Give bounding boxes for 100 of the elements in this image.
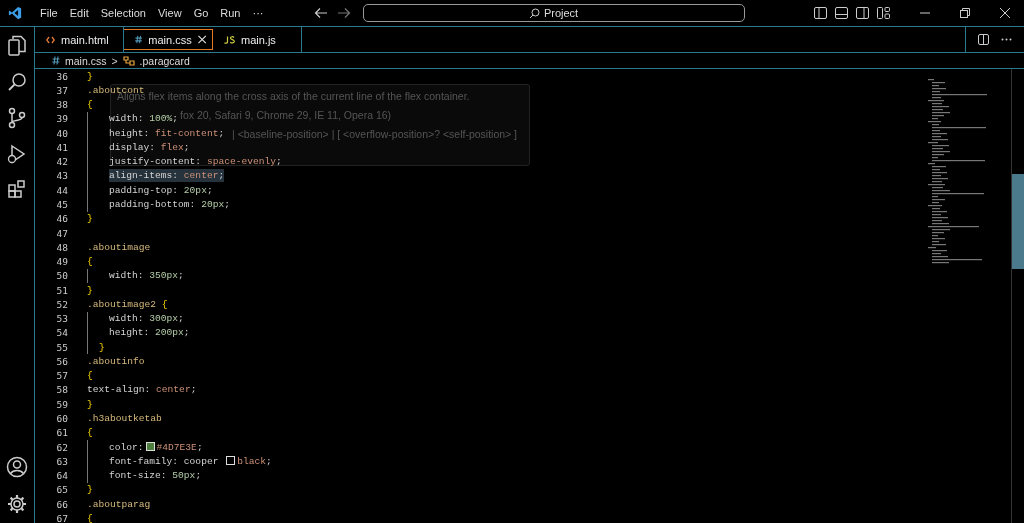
search-icon — [528, 7, 540, 19]
line-number: 36 — [55, 70, 68, 82]
line-number: 57 — [55, 370, 68, 382]
secondary-sidebar-icon[interactable] — [856, 7, 869, 19]
line-number: 46 — [55, 213, 68, 225]
menu-item[interactable]: View — [151, 7, 188, 19]
code-line: } — [87, 212, 93, 226]
breadcrumb-separator: > — [111, 54, 118, 67]
js-file-icon — [224, 35, 235, 44]
line-number: 60 — [55, 413, 68, 424]
code-line: { — [87, 255, 93, 269]
app-logo-icon — [8, 6, 22, 20]
code-line: .aboutparag — [87, 497, 151, 511]
menu-item[interactable]: Run — [214, 7, 247, 19]
breadcrumb-item[interactable]: .paragcard — [139, 54, 190, 67]
symbol-icon — [122, 55, 135, 66]
source-control-icon[interactable] — [7, 107, 27, 129]
line-number: 55 — [55, 341, 68, 353]
code-line: justify-content: space-evenly; — [109, 155, 282, 169]
line-number: 65 — [55, 484, 68, 496]
tooltip-text: | <baseline-position> | [ <overflow-position>? <self-position> ] — [232, 128, 518, 140]
code-line: font-family: cooper black; — [109, 454, 272, 468]
code-line: width: 100%; — [109, 112, 179, 126]
line-number: 41 — [55, 141, 68, 153]
line-number: 54 — [55, 327, 68, 339]
settings-icon[interactable] — [6, 493, 28, 515]
line-number: 48 — [55, 241, 68, 253]
tooltip-text: fox 20, Safari 9, Chrome 29, IE 11, Opera 16) — [180, 109, 392, 121]
line-number: 53 — [55, 313, 68, 325]
menu-item[interactable]: ··· — [246, 7, 270, 19]
editor-tab[interactable]: main.html — [35, 27, 124, 52]
code-line: width: 300px; — [109, 312, 184, 326]
editor-tab[interactable]: main.js — [213, 27, 302, 52]
forward-arrow-icon[interactable] — [336, 7, 351, 19]
split-editor-icon[interactable] — [978, 34, 989, 45]
line-number: 37 — [55, 84, 68, 96]
code-line: .aboutimage — [87, 240, 151, 254]
menu-item[interactable]: File — [34, 7, 64, 19]
code-line: height: fit-content; — [109, 126, 225, 140]
scrollbar-thumb[interactable] — [1012, 174, 1024, 269]
line-number: 43 — [55, 170, 68, 182]
breadcrumb-item[interactable]: main.css — [65, 54, 107, 67]
code-line: } — [87, 69, 93, 83]
line-number: 47 — [55, 227, 68, 239]
line-number: 63 — [55, 455, 68, 467]
code-line: } — [99, 340, 105, 354]
code-line: { — [87, 98, 93, 112]
search-icon[interactable] — [7, 72, 27, 92]
menu-item[interactable]: Edit — [63, 7, 95, 19]
line-number: 56 — [55, 355, 68, 367]
menu-item[interactable]: Go — [187, 7, 215, 19]
line-number: 52 — [55, 298, 68, 310]
code-line: } — [87, 283, 93, 297]
line-number: 45 — [55, 199, 68, 210]
more-actions-icon[interactable] — [1001, 38, 1012, 41]
code-line: } — [87, 483, 93, 497]
line-number: 67 — [55, 512, 68, 523]
line-number: 49 — [55, 256, 68, 268]
restore-icon[interactable] — [960, 8, 970, 18]
code-line: { — [87, 511, 93, 523]
code-line: } — [87, 397, 93, 411]
menu-item[interactable]: Selection — [94, 7, 152, 19]
line-number: 66 — [55, 498, 68, 510]
close-icon[interactable] — [197, 35, 206, 44]
editor-tab[interactable]: main.css — [124, 29, 213, 50]
panel-toggle-icon[interactable] — [835, 7, 848, 19]
hash-icon — [135, 35, 143, 44]
code-line: .aboutinfo — [87, 354, 145, 368]
line-number: 62 — [55, 441, 68, 453]
search-field[interactable]: Project — [362, 4, 745, 22]
sidebar-toggle-icon[interactable] — [814, 7, 827, 19]
code-line: .aboutimage2 { — [87, 297, 168, 311]
code-line: padding-bottom: 20px; — [109, 198, 230, 211]
line-number: 44 — [55, 184, 68, 196]
line-number: 38 — [55, 99, 68, 111]
code-brackets-icon — [46, 35, 55, 44]
code-line: { — [87, 369, 93, 383]
code-line: width: 350px; — [109, 269, 184, 283]
hash-icon — [52, 56, 60, 65]
code-line: text-align: center; — [87, 383, 197, 397]
extensions-icon[interactable] — [7, 179, 27, 199]
code-line: font-size: 50px; — [109, 469, 202, 483]
line-number: 51 — [55, 284, 68, 296]
line-number: 42 — [55, 156, 68, 168]
code-line: padding-top: 20px; — [109, 183, 213, 197]
line-number: 39 — [55, 113, 68, 125]
files-icon[interactable] — [7, 35, 27, 57]
code-line: color: #4D7E3E; — [109, 440, 203, 454]
account-icon[interactable] — [6, 456, 28, 478]
line-number: 58 — [55, 384, 68, 396]
layout-icon[interactable] — [877, 7, 890, 19]
line-number: 40 — [55, 127, 68, 139]
code-line: .h3aboutketab — [87, 412, 162, 425]
run-debug-icon[interactable] — [7, 144, 27, 164]
code-line: height: 200px; — [109, 326, 190, 340]
line-number: 64 — [55, 470, 68, 482]
back-arrow-icon[interactable] — [313, 7, 328, 19]
code-line: display: flex; — [109, 140, 190, 154]
code-line: { — [87, 426, 93, 440]
close-icon[interactable] — [1000, 8, 1010, 18]
